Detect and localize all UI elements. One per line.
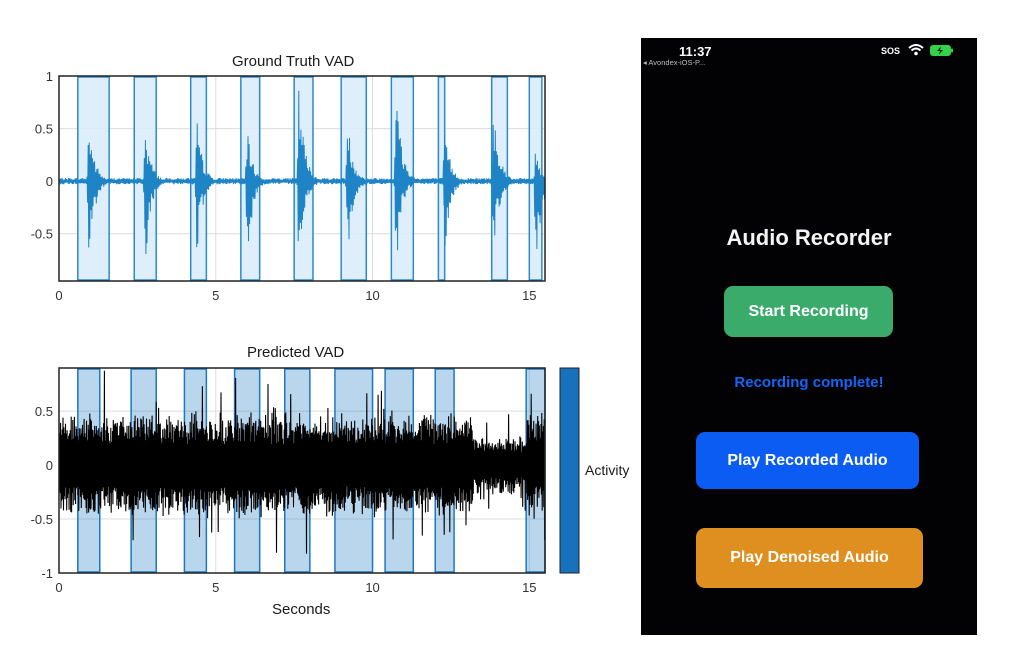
recording-status-text: Recording complete! xyxy=(734,374,884,391)
x-tick-label: 15 xyxy=(522,580,536,595)
x-tick-label: 5 xyxy=(212,580,219,595)
y-tick-label: 0 xyxy=(46,174,53,189)
activity-colorbar xyxy=(559,367,580,574)
start-recording-button[interactable]: Start Recording xyxy=(724,286,893,337)
play-denoised-audio-button[interactable]: Play Denoised Audio xyxy=(696,528,923,588)
x-tick-label: 15 xyxy=(522,288,536,303)
x-tick-label: 0 xyxy=(55,580,62,595)
app-title: Audio Recorder xyxy=(726,225,892,250)
status-time: 11:37 xyxy=(679,44,712,59)
back-to-app-link[interactable]: ◂ Avondex-iOS-P... xyxy=(643,58,705,67)
y-tick-label: -0.5 xyxy=(31,227,53,242)
vad-plots: 0 5 10 15 1 0.5 0 -0.5 0 5 10 15 0.5 0 -0.5 -1 xyxy=(31,69,580,595)
y-tick-label: 0.5 xyxy=(35,122,53,137)
phone-screen: 11:37 ◂ Avondex-iOS-P... SOS Audio Recor… xyxy=(641,38,977,635)
x-tick-label: 0 xyxy=(55,288,62,303)
vad-figure: Ground Truth VAD Predicted VAD Seconds A… xyxy=(0,0,640,663)
y-tick-label: -1 xyxy=(41,566,53,581)
sos-indicator: SOS xyxy=(881,46,901,56)
x-tick-label: 5 xyxy=(212,288,219,303)
wifi-icon xyxy=(908,44,924,56)
y-tick-label: -0.5 xyxy=(31,512,53,527)
battery-charging-icon xyxy=(930,45,953,56)
x-tick-label: 10 xyxy=(365,288,379,303)
play-recorded-audio-button[interactable]: Play Recorded Audio xyxy=(696,432,919,489)
x-tick-label: 10 xyxy=(365,580,379,595)
y-tick-label: 0 xyxy=(46,458,53,473)
y-tick-label: 1 xyxy=(46,69,53,84)
y-tick-label: 0.5 xyxy=(35,404,53,419)
